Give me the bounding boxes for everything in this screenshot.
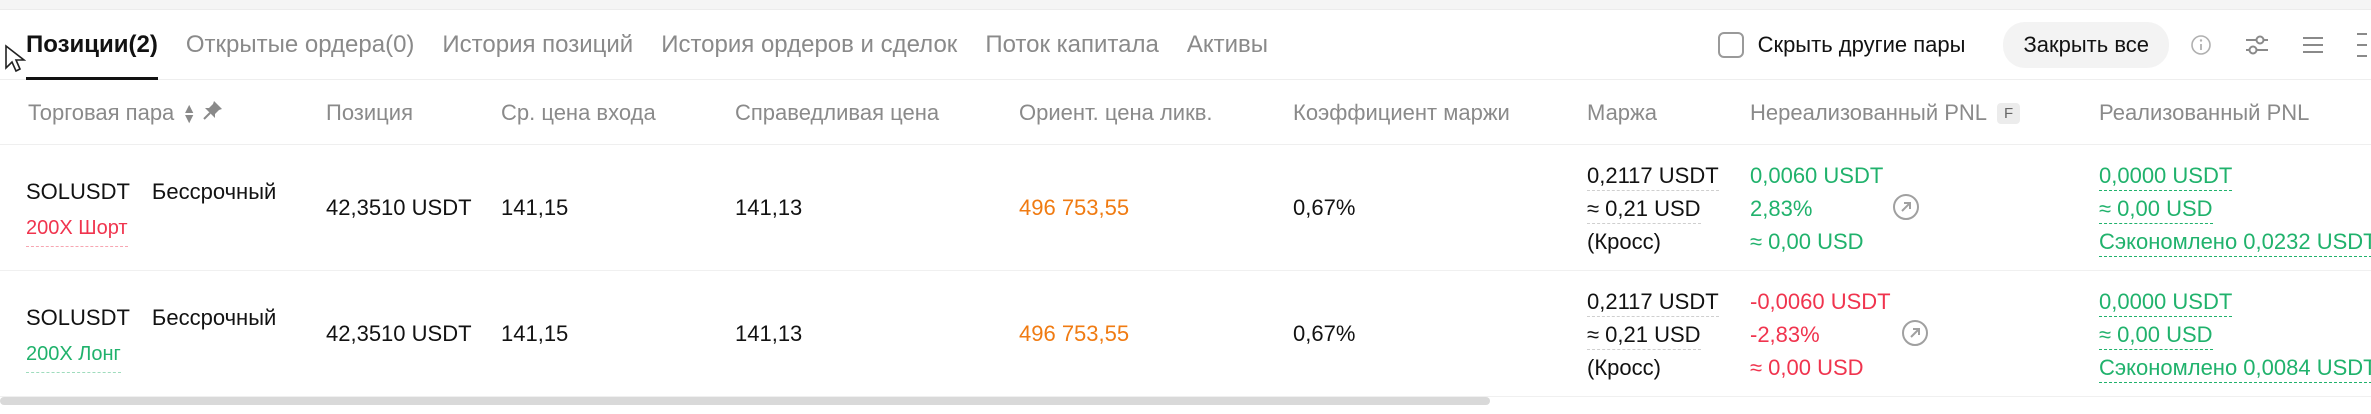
col-liq-price: Ориент. цена ликв. <box>1019 100 1213 125</box>
close-all-button[interactable]: Закрыть все <box>2003 22 2169 68</box>
share-pnl-icon[interactable] <box>1900 318 1930 348</box>
rpnl-usd: ≈ 0,00 USD <box>2099 195 2213 224</box>
entry-price: 141,15 <box>501 195 569 220</box>
scrollbar-thumb[interactable] <box>0 397 1490 405</box>
tab-position-history[interactable]: История позиций <box>442 10 633 80</box>
symbol: SOLUSDT <box>26 305 130 330</box>
col-unrealized-pnl: Нереализованный PNL F <box>1750 81 2021 145</box>
fair-price-badge: F <box>1997 102 2021 124</box>
rpnl-saved: Сэкономлено 0,0084 USDT <box>2099 354 2371 383</box>
sort-icon[interactable]: ▲ ▼ <box>182 101 196 125</box>
realized-pnl-cell[interactable]: 0,0000 USDT ≈ 0,00 USD Сэкономлено 0,023… <box>2099 145 2371 271</box>
col-unrealized-pnl-label: Нереализованный PNL <box>1750 100 1988 125</box>
pair-cell: SOLUSDT Бессрочный 200X Лонг <box>26 271 276 397</box>
rpnl-usdt: 0,0000 USDT <box>2099 162 2233 191</box>
leverage-badge[interactable]: 200X Шорт <box>26 212 128 247</box>
col-pair[interactable]: Торговая пара ▲ ▼ <box>28 81 224 145</box>
tab-open-orders[interactable]: Открытые ордера(0) <box>186 10 415 80</box>
table-row: SOLUSDT Бессрочный 200X Шорт 42,3510 USDT… <box>0 145 2371 271</box>
margin-cell[interactable]: 0,2117 USDT ≈ 0,21 USD (Кросс) <box>1587 271 1719 397</box>
upnl-percent: -2,83% <box>1750 321 1820 347</box>
margin-ratio: 0,67% <box>1293 321 1356 346</box>
share-pnl-icon[interactable] <box>1891 192 1921 222</box>
margin-usdt: 0,2117 USDT <box>1587 288 1719 317</box>
drag-handle-icon[interactable] <box>2351 27 2371 63</box>
hide-other-pairs-checkbox[interactable] <box>1717 32 1744 58</box>
info-icon[interactable] <box>2183 27 2219 63</box>
position-size: 42,3510 USDT <box>326 195 472 220</box>
horizontal-scrollbar[interactable] <box>0 394 2371 406</box>
fair-price: 141,13 <box>735 321 803 346</box>
top-divider <box>0 0 2371 10</box>
margin-mode: (Кросс) <box>1587 228 1661 254</box>
contract-type: Бессрочный <box>151 179 277 204</box>
table-row: SOLUSDT Бессрочный 200X Лонг 42,3510 USDT… <box>0 271 2371 397</box>
realized-pnl-cell[interactable]: 0,0000 USDT ≈ 0,00 USD Сэкономлено 0,008… <box>2099 271 2371 397</box>
pair-cell: SOLUSDT Бессрочный 200X Шорт <box>26 145 276 271</box>
symbol: SOLUSDT <box>26 179 130 204</box>
pin-icon[interactable] <box>202 99 224 127</box>
tab-capital-flow[interactable]: Поток капитала <box>985 10 1159 80</box>
contract-type: Бессрочный <box>151 305 277 330</box>
unrealized-pnl-cell: 0,0060 USDT 2,83% ≈ 0,00 USD <box>1750 145 1883 271</box>
table-header: Торговая пара ▲ ▼ Позиция Ср. цена входа … <box>0 81 2371 145</box>
upnl-percent: 2,83% <box>1750 195 1813 221</box>
margin-mode: (Кросс) <box>1587 354 1661 380</box>
col-position: Позиция <box>326 100 413 125</box>
col-realized-pnl: Реализованный PNL <box>2099 100 2310 125</box>
tab-order-trade-history[interactable]: История ордеров и сделок <box>661 10 957 80</box>
leverage-badge[interactable]: 200X Лонг <box>26 338 121 373</box>
toolbar: Скрыть другие пары Закрыть все <box>1717 10 2371 80</box>
liq-price: 496 753,55 <box>1019 195 1130 220</box>
tab-assets[interactable]: Активы <box>1187 10 1268 80</box>
mouse-cursor-icon <box>4 44 27 79</box>
unrealized-pnl-cell: -0,0060 USDT -2,83% ≈ 0,00 USD <box>1750 271 1891 397</box>
hide-other-pairs-toggle[interactable]: Скрыть другие пары <box>1717 32 1966 58</box>
col-entry-price: Ср. цена входа <box>501 100 656 125</box>
margin-cell[interactable]: 0,2117 USDT ≈ 0,21 USD (Кросс) <box>1587 145 1719 271</box>
upnl-usdt: 0,0060 USDT <box>1750 162 1884 188</box>
col-margin-ratio: Коэффициент маржи <box>1293 100 1510 125</box>
col-fair-price: Справедливая цена <box>735 100 940 125</box>
margin-usd: ≈ 0,21 USD <box>1587 195 1701 224</box>
upnl-usd: ≈ 0,00 USD <box>1750 354 1864 380</box>
rpnl-usdt: 0,0000 USDT <box>2099 288 2233 317</box>
col-pair-label: Торговая пара <box>28 100 175 125</box>
margin-ratio: 0,67% <box>1293 195 1356 220</box>
rpnl-saved: Сэкономлено 0,0232 USDT <box>2099 228 2371 257</box>
tab-positions[interactable]: Позиции(2) <box>26 10 158 80</box>
margin-usdt: 0,2117 USDT <box>1587 162 1719 191</box>
position-size: 42,3510 USDT <box>326 321 472 346</box>
fair-price: 141,13 <box>735 195 803 220</box>
menu-icon[interactable] <box>2295 27 2331 63</box>
upnl-usdt: -0,0060 USDT <box>1750 288 1891 314</box>
liq-price: 496 753,55 <box>1019 321 1130 346</box>
rpnl-usd: ≈ 0,00 USD <box>2099 321 2213 350</box>
entry-price: 141,15 <box>501 321 569 346</box>
sliders-icon[interactable] <box>2239 27 2275 63</box>
margin-usd: ≈ 0,21 USD <box>1587 321 1701 350</box>
col-margin: Маржа <box>1587 100 1657 125</box>
upnl-usd: ≈ 0,00 USD <box>1750 228 1864 254</box>
hide-other-pairs-label: Скрыть другие пары <box>1757 32 1966 57</box>
positions-panel: Позиции(2) Открытые ордера(0) История по… <box>0 0 2371 414</box>
